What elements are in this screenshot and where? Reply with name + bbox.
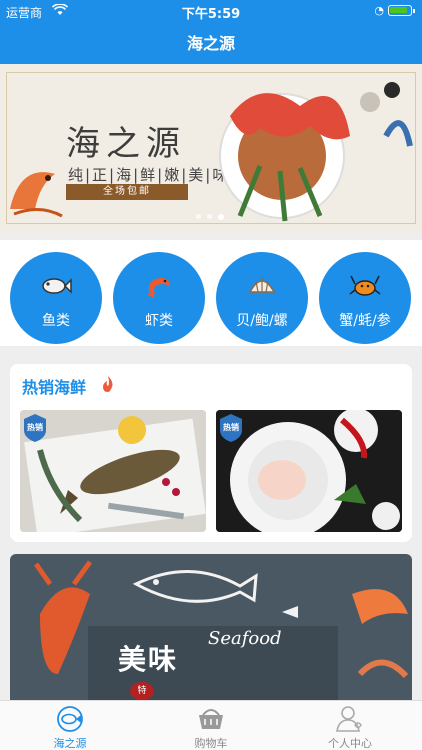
carp-fish-image	[20, 410, 206, 532]
promo-title: 美味	[118, 643, 179, 676]
hot-badge-label: 热销	[223, 423, 239, 432]
flame-icon	[103, 376, 113, 392]
shrimp-icon	[147, 278, 170, 298]
promo-special-tag: 特	[130, 682, 154, 700]
category-crab[interactable]: 蟹/蚝/参	[319, 252, 411, 344]
shrimp-illustration-icon	[10, 172, 63, 218]
shrimp-plate-image	[216, 410, 402, 532]
status-bar: 运营商 下午5:59 ◔	[0, 0, 422, 22]
fish-icon	[42, 278, 72, 294]
shell-icon	[248, 278, 276, 293]
product-card-fish[interactable]: 热销	[20, 410, 206, 532]
category-label: 贝/鲍/螺	[236, 313, 288, 329]
tab-label: 购物车	[194, 737, 228, 750]
tab-home[interactable]: 海之源	[20, 705, 120, 750]
seafood-platter-illustration	[219, 82, 413, 222]
status-time: 下午5:59	[181, 7, 241, 22]
promo-banner[interactable]: Seafood 美味 特	[10, 554, 412, 700]
product-card-shrimp[interactable]: 热销	[216, 410, 402, 532]
hot-badge: 热销	[220, 414, 242, 442]
carousel-dot[interactable]	[207, 214, 212, 219]
promo-english-text: Seafood	[208, 628, 282, 649]
lock-rotation-icon: ◔	[374, 4, 384, 17]
fish-home-icon	[57, 706, 83, 732]
category-fish[interactable]: 鱼类	[10, 252, 102, 344]
hot-badge-label: 热销	[27, 423, 43, 432]
category-label: 鱼类	[42, 313, 70, 329]
tab-label: 海之源	[53, 737, 87, 750]
category-shellfish[interactable]: 贝/鲍/螺	[216, 252, 308, 344]
hot-section: 热销海鲜 热销 热销	[10, 364, 412, 542]
banner-free-shipping-tag: 全场包邮	[66, 184, 188, 200]
category-shrimp[interactable]: 虾类	[113, 252, 205, 344]
nav-header: 运营商 下午5:59 ◔ 海之源	[0, 0, 422, 64]
carousel-dot[interactable]	[196, 214, 201, 219]
carousel-indicator[interactable]	[196, 214, 224, 220]
banner-carousel[interactable]: 海之源 纯|正|海|鲜|嫩|美|味 全场包邮	[0, 64, 422, 232]
tab-bar: 海之源 购物车 个人中心	[0, 700, 422, 750]
crab-icon	[349, 275, 381, 296]
user-icon	[336, 706, 362, 732]
tab-cart[interactable]: 购物车	[161, 705, 261, 750]
tab-profile[interactable]: 个人中心	[300, 705, 400, 750]
hot-badge: 热销	[24, 414, 46, 442]
page-title: 海之源	[186, 34, 235, 53]
category-label: 虾类	[145, 313, 173, 329]
category-label: 蟹/蚝/参	[339, 313, 391, 329]
battery-icon	[388, 5, 415, 16]
carousel-dot-active[interactable]	[218, 214, 224, 220]
tab-label: 个人中心	[328, 737, 372, 750]
cart-icon	[199, 709, 223, 729]
category-row: 鱼类 虾类 贝/鲍/螺 蟹/蚝/参	[0, 240, 422, 346]
banner-title: 海之源	[66, 124, 186, 164]
hot-section-title: 热销海鲜	[22, 378, 87, 397]
